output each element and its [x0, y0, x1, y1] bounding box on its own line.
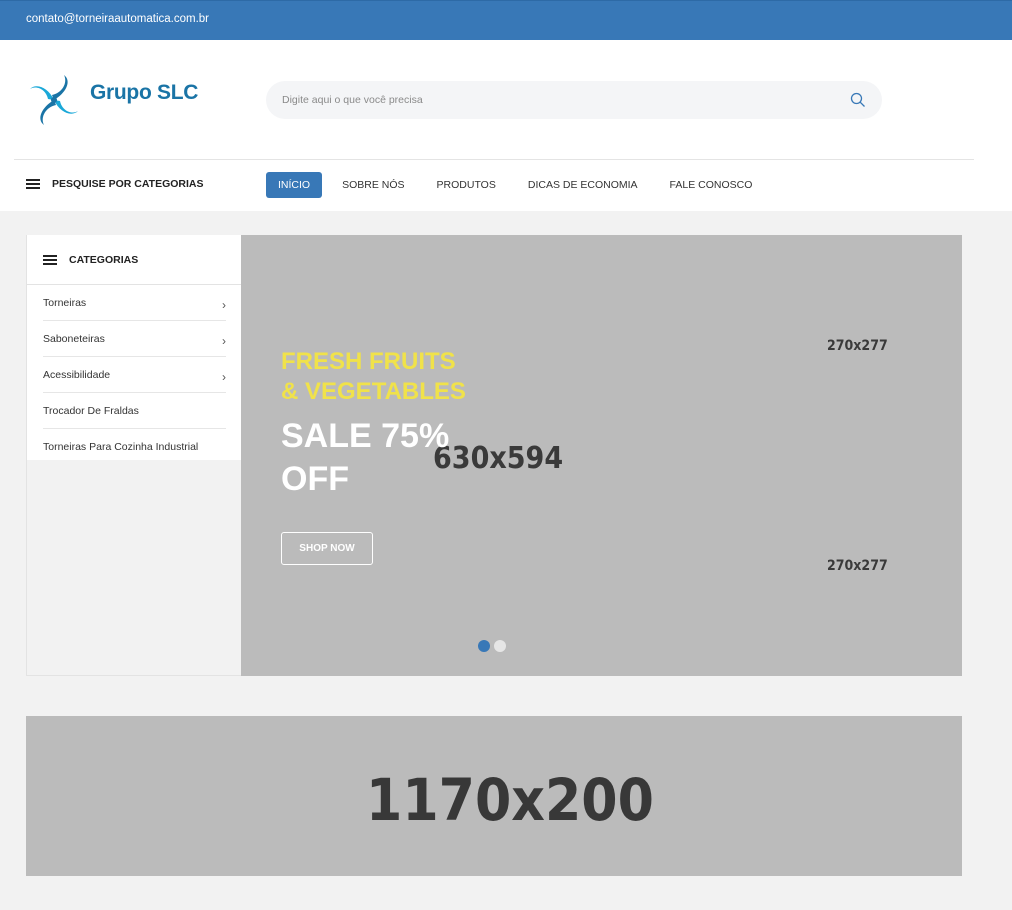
category-label: Saboneteiras	[43, 332, 105, 345]
hero-headline-line: OFF	[281, 460, 349, 498]
nav-item-inicio[interactable]: INÍCIO	[266, 172, 323, 198]
hero-subtitle: FRESH FRUITS & VEGETABLES	[281, 347, 466, 407]
wide-banner-placeholder: 1170x200	[366, 766, 654, 834]
categories-header: CATEGORIAS	[27, 235, 242, 285]
categories-menu-label: PESQUISE POR CATEGORIAS	[52, 178, 204, 190]
category-label: Acessibilidade	[43, 368, 111, 381]
brand-name: Grupo SLC	[90, 81, 199, 104]
search-bar	[266, 81, 882, 119]
slider-dot-2[interactable]	[494, 640, 506, 652]
wide-banner[interactable]: 1170x200	[26, 716, 962, 876]
top-bar: contato@torneiraautomatica.com.br	[0, 0, 1012, 40]
chevron-right-icon: ›	[222, 333, 226, 348]
categories-list: Torneiras › Saboneteiras › Acessibilidad…	[43, 285, 226, 465]
hero-slider: 630x594 270x277 270x277 FRESH FRUITS & V…	[241, 235, 962, 676]
search-input[interactable]	[266, 81, 826, 119]
category-item-trocador-de-fraldas[interactable]: Trocador De Fraldas	[43, 393, 226, 429]
shop-now-button[interactable]: SHOP NOW	[281, 532, 373, 565]
categories-sidebar: CATEGORIAS Torneiras › Saboneteiras › Ac…	[26, 235, 242, 676]
hero-subtitle-line: & VEGETABLES	[281, 378, 466, 405]
search-icon[interactable]	[850, 92, 866, 108]
hamburger-icon	[26, 179, 40, 189]
nav-item-produtos[interactable]: PRODUTOS	[425, 172, 508, 198]
hero-headline-line: SALE 75%	[281, 417, 450, 455]
main-nav: INÍCIO SOBRE NÓS PRODUTOS DICAS DE ECONO…	[266, 172, 772, 198]
side-banner-top-placeholder: 270x277	[827, 338, 888, 354]
category-label: Torneiras	[43, 296, 87, 309]
categories-menu-button[interactable]: PESQUISE POR CATEGORIAS	[26, 171, 204, 197]
chevron-right-icon: ›	[222, 297, 226, 312]
category-label: Torneiras Para Cozinha Industrial	[43, 441, 199, 453]
hero-image-placeholder: 630x594	[433, 441, 564, 476]
logo[interactable]: Grupo SLC	[26, 73, 206, 127]
category-label: Trocador De Fraldas	[43, 404, 139, 417]
categories-panel: CATEGORIAS Torneiras › Saboneteiras › Ac…	[27, 235, 242, 460]
category-item-torneiras-cozinha-industrial[interactable]: Torneiras Para Cozinha Industrial	[43, 429, 226, 465]
category-item-acessibilidade[interactable]: Acessibilidade ›	[43, 357, 226, 393]
nav-item-fale-conosco[interactable]: FALE CONOSCO	[658, 172, 765, 198]
nav-item-sobre-nos[interactable]: SOBRE NÓS	[330, 172, 416, 198]
side-banner-bottom-placeholder: 270x277	[827, 558, 888, 574]
chevron-right-icon: ›	[222, 369, 226, 384]
slider-pagination	[478, 640, 510, 652]
category-item-saboneteiras[interactable]: Saboneteiras ›	[43, 321, 226, 357]
hero-subtitle-line: FRESH FRUITS	[281, 348, 456, 375]
slider-dot-1[interactable]	[478, 640, 490, 652]
header: Grupo SLC PESQUISE POR CATEGORIAS INÍCIO…	[0, 40, 1012, 211]
logo-icon	[30, 75, 78, 125]
hamburger-icon	[43, 254, 57, 265]
nav-item-dicas-de-economia[interactable]: DICAS DE ECONOMIA	[516, 172, 650, 198]
contact-email[interactable]: contato@torneiraautomatica.com.br	[26, 13, 209, 25]
categories-title: CATEGORIAS	[69, 253, 139, 266]
category-item-torneiras[interactable]: Torneiras ›	[43, 285, 226, 321]
header-divider	[14, 159, 974, 160]
hero-headline: SALE 75% OFF	[281, 415, 449, 501]
